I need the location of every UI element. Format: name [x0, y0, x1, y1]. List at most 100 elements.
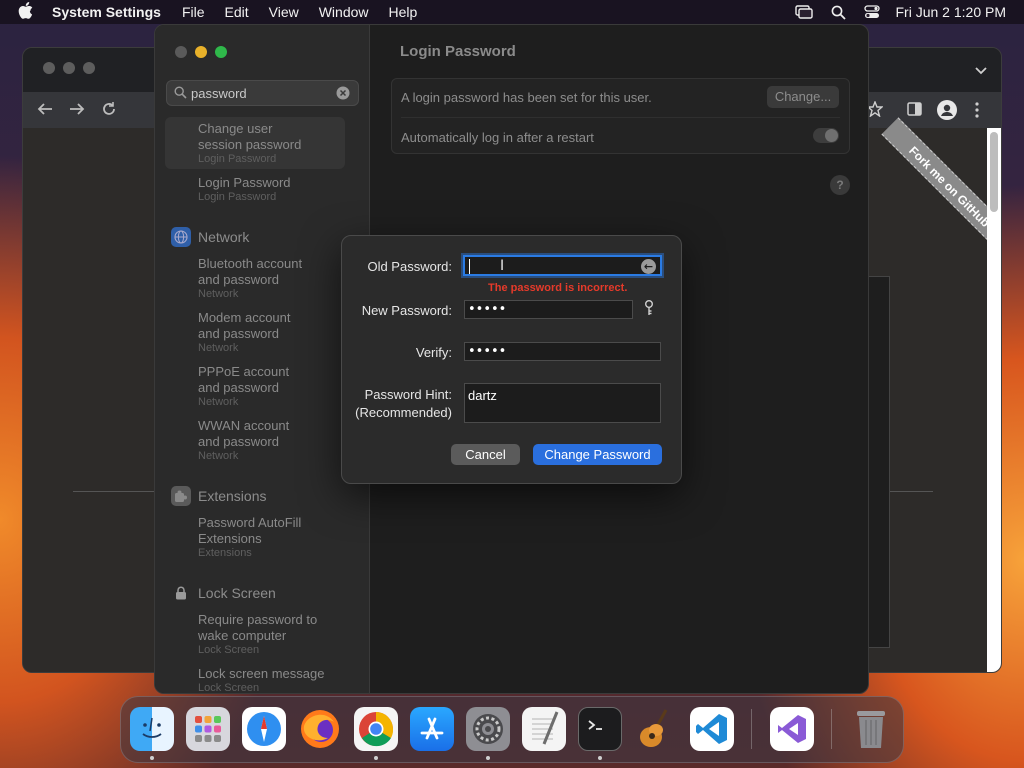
search-result-item[interactable]: Change user session password Login Passw… — [198, 121, 301, 166]
old-password-field[interactable]: I ← — [463, 255, 662, 276]
apple-menu-icon[interactable] — [18, 2, 36, 22]
browser-scroll-thumb[interactable] — [990, 132, 998, 212]
ibeam-cursor-icon: I — [500, 258, 505, 274]
verify-label: Verify: — [415, 345, 452, 360]
running-indicator — [486, 756, 490, 760]
password-hint-field[interactable]: dartz — [464, 383, 661, 423]
back-arrow-icon[interactable] — [37, 102, 53, 121]
category-label: Lock Screen — [198, 585, 276, 601]
dock-separator — [831, 709, 832, 749]
help-button[interactable]: ? — [830, 175, 850, 195]
change-password-button[interactable]: Change... — [767, 86, 839, 108]
browser-zoom-dot[interactable] — [83, 62, 95, 74]
search-result-item[interactable]: Login Password Login Password — [198, 175, 291, 204]
result-category: Lock Screen — [198, 644, 260, 656]
search-result-item[interactable]: WWAN account and password Network — [198, 418, 289, 463]
browser-menu-icon[interactable] — [975, 102, 979, 123]
menu-view[interactable]: View — [269, 4, 299, 20]
result-title-line: Change user — [198, 121, 273, 136]
dock — [120, 696, 904, 763]
running-indicator — [598, 756, 602, 760]
search-input[interactable] — [191, 84, 331, 102]
page-title: Login Password — [400, 43, 516, 60]
garageband-icon[interactable] — [634, 707, 678, 751]
cancel-button[interactable]: Cancel — [451, 444, 520, 465]
safari-icon[interactable] — [242, 707, 286, 751]
result-category: Network — [198, 450, 239, 462]
menu-window[interactable]: Window — [319, 4, 369, 20]
search-result-item[interactable]: Modem account and password Network — [198, 310, 291, 355]
system-settings-icon[interactable] — [466, 707, 510, 751]
search-result-item[interactable]: Lock screen message Lock Screen — [198, 666, 325, 694]
background-panel-strip — [868, 276, 890, 648]
textedit-icon[interactable] — [522, 707, 566, 751]
old-password-label: Old Password: — [367, 259, 452, 274]
menu-file[interactable]: File — [182, 4, 205, 20]
search-icon — [174, 86, 187, 104]
menu-help[interactable]: Help — [389, 4, 418, 20]
result-title-line: Bluetooth account — [198, 256, 303, 271]
dock-separator — [751, 709, 752, 749]
clear-search-icon[interactable] — [336, 86, 350, 105]
window-minimize-button[interactable] — [195, 46, 207, 58]
side-panel-icon[interactable] — [907, 102, 922, 121]
result-title-line: Lock screen message — [198, 666, 325, 681]
screen-mirroring-icon[interactable] — [794, 5, 813, 19]
auto-login-toggle[interactable] — [813, 128, 839, 143]
search-result-item[interactable]: Bluetooth account and password Network — [198, 256, 302, 301]
result-title-line: wake computer — [198, 628, 287, 643]
launchpad-icon[interactable] — [186, 707, 230, 751]
app-store-icon[interactable] — [410, 707, 454, 751]
finder-icon[interactable] — [130, 707, 174, 751]
reload-icon[interactable] — [101, 101, 117, 122]
vscode-icon[interactable] — [690, 707, 734, 751]
terminal-icon[interactable] — [578, 707, 622, 751]
category-lock-screen[interactable]: Lock Screen — [171, 583, 276, 603]
result-title-line: Password AutoFill — [198, 515, 302, 530]
result-category: Lock Screen — [198, 682, 260, 694]
settings-sidebar: Change user session password Login Passw… — [155, 25, 370, 693]
result-category: Network — [198, 288, 239, 300]
running-indicator — [374, 756, 378, 760]
panel-divider — [401, 117, 840, 118]
category-extensions[interactable]: Extensions — [171, 486, 266, 506]
window-close-button[interactable] — [175, 46, 187, 58]
search-result-item[interactable]: Require password to wake computer Lock S… — [198, 612, 317, 657]
result-title-line: and password — [198, 272, 279, 287]
category-label: Extensions — [198, 488, 267, 504]
new-password-field[interactable]: ••••• — [464, 300, 633, 319]
chrome-icon[interactable] — [354, 707, 398, 751]
browser-minimize-dot[interactable] — [63, 62, 75, 74]
category-network[interactable]: Network — [171, 227, 249, 247]
menu-edit[interactable]: Edit — [225, 4, 249, 20]
password-error-message: The password is incorrect. — [488, 282, 628, 294]
result-title-line: Extensions — [198, 531, 262, 546]
app-name-menu[interactable]: System Settings — [52, 4, 161, 20]
result-title-line: and password — [198, 326, 279, 341]
result-title-line: Require password to — [198, 612, 318, 627]
bookmark-star-icon[interactable] — [866, 100, 884, 122]
result-category: Network — [198, 342, 239, 354]
lock-icon — [171, 583, 191, 603]
delete-back-icon[interactable]: ← — [641, 259, 656, 274]
profile-avatar-icon[interactable] — [937, 100, 957, 120]
change-password-submit-button[interactable]: Change Password — [533, 444, 662, 465]
control-center-icon[interactable] — [863, 5, 880, 19]
new-password-label: New Password: — [361, 303, 452, 318]
spotlight-search-icon[interactable] — [831, 5, 846, 20]
result-title-line: and password — [198, 434, 279, 449]
visual-studio-icon[interactable] — [770, 707, 814, 751]
tab-list-chevron-icon[interactable] — [975, 62, 987, 80]
forward-arrow-icon[interactable] — [69, 102, 85, 121]
browser-close-dot[interactable] — [43, 62, 55, 74]
firefox-icon[interactable] — [298, 707, 342, 751]
sidebar-search-box[interactable] — [166, 80, 359, 106]
window-zoom-button[interactable] — [215, 46, 227, 58]
search-result-item[interactable]: Password AutoFill Extensions Extensions — [198, 515, 301, 560]
trash-icon[interactable] — [849, 707, 893, 751]
search-result-item[interactable]: PPPoE account and password Network — [198, 364, 289, 409]
password-assistant-key-icon[interactable] — [644, 300, 654, 321]
menu-clock[interactable]: Fri Jun 2 1:20 PM — [896, 4, 1007, 20]
verify-password-field[interactable]: ••••• — [464, 342, 661, 361]
result-category: Extensions — [198, 547, 252, 559]
